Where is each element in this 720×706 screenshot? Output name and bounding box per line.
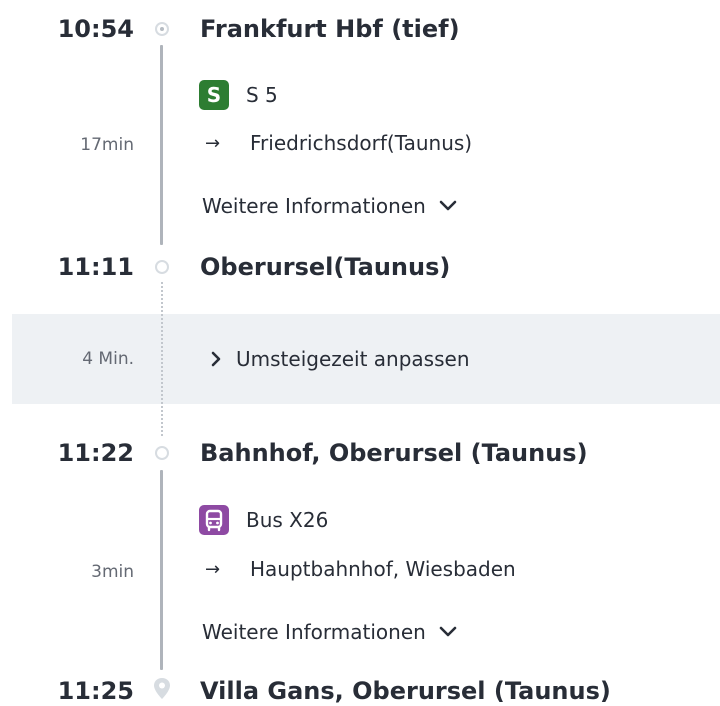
more-info-button-1[interactable]: Weitere Informationen: [202, 193, 458, 219]
line-name-2: Bus X26: [246, 508, 329, 532]
more-info-label: Weitere Informationen: [202, 194, 426, 218]
more-info-button-2[interactable]: Weitere Informationen: [202, 619, 458, 645]
chevron-down-icon: [439, 626, 457, 637]
stop-node-icon: [155, 22, 169, 36]
more-info-label: Weitere Informationen: [202, 620, 426, 644]
adjust-transfer-time-button[interactable]: Umsteigezeit anpassen: [210, 346, 470, 372]
departure-stop-2: Bahnhof, Oberursel (Taunus): [200, 439, 588, 467]
arrow-right-icon: →: [205, 559, 221, 580]
stop-node-icon: [155, 446, 169, 460]
arrival-time-1: 11:11: [57, 253, 134, 281]
adjust-transfer-label: Umsteigezeit anpassen: [236, 347, 470, 371]
transfer-section: 4 Min. Umsteigezeit anpassen: [12, 314, 720, 404]
arrival-stop-2: Villa Gans, Oberursel (Taunus): [200, 677, 611, 705]
departure-stop-1: Frankfurt Hbf (tief): [200, 15, 460, 43]
chevron-down-icon: [439, 200, 457, 211]
arrival-stop-1: Oberursel(Taunus): [200, 253, 451, 281]
direction-2: Hauptbahnhof, Wiesbaden: [250, 557, 516, 581]
direction-1: Friedrichsdorf(Taunus): [250, 131, 473, 155]
arrival-time-2: 11:25: [57, 677, 134, 705]
transfer-duration: 4 Min.: [82, 349, 134, 369]
location-pin-icon: [152, 676, 172, 706]
departure-time-1: 10:54: [57, 15, 134, 43]
chevron-right-icon: [211, 351, 221, 367]
transfer-walk-line: [161, 314, 163, 404]
segment-duration-1: 17min: [80, 135, 134, 155]
timeline-line: [160, 470, 163, 670]
timeline-line: [160, 45, 163, 245]
segment-duration-2: 3min: [91, 562, 134, 582]
departure-time-2: 11:22: [57, 439, 134, 467]
arrow-right-icon: →: [205, 133, 221, 154]
stop-node-icon: [155, 260, 169, 274]
line-name-1: S 5: [246, 83, 278, 107]
bus-icon: [199, 505, 229, 535]
s-bahn-icon: S: [199, 80, 229, 110]
